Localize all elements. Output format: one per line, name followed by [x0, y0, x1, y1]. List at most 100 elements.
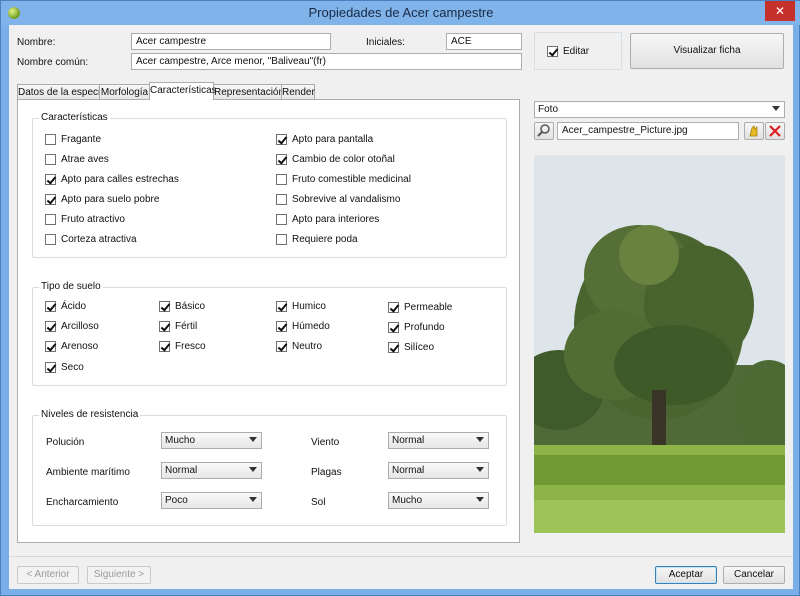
checkbox-box[interactable] — [276, 321, 287, 332]
image-filename-field[interactable]: Acer_campestre_Picture.jpg — [557, 122, 739, 140]
cb-fragante[interactable]: Fragante — [45, 133, 245, 147]
cb-acido[interactable]: Ácido — [45, 300, 145, 314]
editar-label: Editar — [563, 46, 590, 57]
siguiente-button[interactable]: Siguiente > — [87, 566, 151, 584]
checkbox-box[interactable] — [45, 234, 56, 245]
aceptar-button[interactable]: Aceptar — [655, 566, 717, 584]
cb-arenoso[interactable]: Arenoso — [45, 340, 145, 354]
nombre-label: Nombre: — [17, 37, 56, 48]
checkbox-box[interactable] — [45, 341, 56, 352]
checkbox-box[interactable] — [159, 341, 170, 352]
suelo-group-title: Tipo de suelo — [39, 281, 103, 292]
caracteristicas-group-title: Características — [39, 112, 110, 123]
checkbox-box[interactable] — [276, 174, 287, 185]
browse-folder-button[interactable] — [744, 122, 764, 140]
dialog-client: Nombre: Acer campestre Iniciales: ACE No… — [9, 25, 793, 589]
ambiente-maritimo-select[interactable]: Normal — [161, 462, 262, 479]
encharcamiento-select[interactable]: Poco — [161, 492, 262, 509]
checkbox-box[interactable] — [45, 194, 56, 205]
checkbox-box[interactable] — [45, 321, 56, 332]
checkbox-label: Permeable — [404, 302, 453, 313]
tab-caracteristicas[interactable]: Características — [149, 82, 217, 100]
title-bar[interactable]: Propiedades de Acer campestre ✕ — [1, 1, 800, 25]
cb-requiere-poda[interactable]: Requiere poda — [276, 233, 476, 247]
checkbox-label: Apto para interiores — [292, 214, 380, 225]
checkbox-label: Atrae aves — [61, 154, 109, 165]
checkbox-box[interactable] — [45, 154, 56, 165]
cb-seco[interactable]: Seco — [45, 361, 145, 375]
checkbox-box[interactable] — [276, 134, 287, 145]
close-button[interactable]: ✕ — [765, 1, 795, 21]
checkbox-box[interactable] — [388, 342, 399, 353]
cb-fresco[interactable]: Fresco — [159, 340, 259, 354]
plagas-select[interactable]: Normal — [388, 462, 489, 479]
tab-morfologia[interactable]: Morfología — [99, 84, 150, 100]
nombre-field[interactable]: Acer campestre — [131, 33, 331, 50]
cancelar-button[interactable]: Cancelar — [723, 566, 785, 584]
cb-neutro[interactable]: Neutro — [276, 340, 376, 354]
visualizar-ficha-button[interactable]: Visualizar ficha — [630, 33, 784, 69]
tree-photo — [534, 155, 785, 533]
checkbox-label: Neutro — [292, 341, 323, 352]
cb-apto-pantalla[interactable]: Apto para pantalla — [276, 133, 476, 147]
cb-permeable[interactable]: Permeable — [388, 301, 488, 315]
cb-siliceo[interactable]: Silíceo — [388, 341, 488, 355]
select-value: Normal — [392, 465, 425, 476]
checkbox-box[interactable] — [388, 322, 399, 333]
select-value: Mucho — [392, 495, 423, 506]
checkbox-box[interactable] — [276, 214, 287, 225]
cb-suelo-pobre[interactable]: Apto para suelo pobre — [45, 193, 245, 207]
tab-render[interactable]: Render — [281, 84, 315, 100]
anterior-button[interactable]: < Anterior — [17, 566, 79, 584]
cb-profundo[interactable]: Profundo — [388, 321, 488, 335]
checkbox-box[interactable] — [276, 301, 287, 312]
cb-basico[interactable]: Básico — [159, 300, 259, 314]
cb-arcilloso[interactable]: Arcilloso — [45, 320, 145, 334]
cb-calles-estrechas[interactable]: Apto para calles estrechas — [45, 173, 245, 187]
checkbox-box[interactable] — [45, 362, 56, 373]
cb-interiores[interactable]: Apto para interiores — [276, 213, 476, 227]
editar-checkbox[interactable]: Editar — [547, 45, 607, 59]
chevron-down-icon — [476, 467, 484, 472]
chevron-down-icon — [772, 106, 780, 111]
checkbox-box[interactable] — [45, 301, 56, 312]
checkbox-box[interactable] — [276, 341, 287, 352]
cb-corteza-atractiva[interactable]: Corteza atractiva — [45, 233, 245, 247]
polucion-select[interactable]: Mucho — [161, 432, 262, 449]
chevron-down-icon — [476, 437, 484, 442]
sol-select[interactable]: Mucho — [388, 492, 489, 509]
checkbox-label: Húmedo — [292, 321, 330, 332]
cb-fruto-atractivo[interactable]: Fruto atractivo — [45, 213, 245, 227]
checkbox-box[interactable] — [159, 301, 170, 312]
cb-vandalismo[interactable]: Sobrevive al vandalismo — [276, 193, 476, 207]
checkbox-box[interactable] — [388, 302, 399, 313]
cb-humico[interactable]: Humico — [276, 300, 376, 314]
checkbox-box[interactable] — [159, 321, 170, 332]
cb-color-otonal[interactable]: Cambio de color otoñal — [276, 153, 476, 167]
tab-representacion[interactable]: Representación — [213, 84, 284, 100]
search-icon — [537, 124, 550, 137]
image-type-select[interactable]: Foto — [534, 101, 785, 118]
cb-fertil[interactable]: Fértil — [159, 320, 259, 334]
search-image-button[interactable] — [534, 122, 554, 140]
cb-fruto-comestible[interactable]: Fruto comestible medicinal — [276, 173, 476, 187]
delete-image-button[interactable] — [765, 122, 785, 140]
viento-select[interactable]: Normal — [388, 432, 489, 449]
iniciales-field[interactable]: ACE — [446, 33, 522, 50]
nombre-comun-field[interactable]: Acer campestre, Arce menor, "Baliveau"(f… — [131, 53, 522, 70]
checkbox-box[interactable] — [45, 174, 56, 185]
checkbox-label: Fragante — [61, 134, 102, 145]
checkbox-box[interactable] — [276, 194, 287, 205]
tab-datos-especie[interactable]: Datos de la especie — [17, 84, 106, 100]
checkbox-box[interactable] — [45, 134, 56, 145]
checkbox-label: Ácido — [61, 301, 87, 312]
checkbox-box[interactable] — [276, 154, 287, 165]
polucion-label: Polución — [46, 437, 85, 448]
cb-humedo[interactable]: Húmedo — [276, 320, 376, 334]
checkbox-box[interactable] — [276, 234, 287, 245]
cb-atrae-aves[interactable]: Atrae aves — [45, 153, 245, 167]
checkbox-box[interactable] — [45, 214, 56, 225]
editar-check-box[interactable] — [547, 46, 558, 57]
folder-icon — [749, 125, 758, 137]
checkbox-label: Cambio de color otoñal — [292, 154, 395, 165]
